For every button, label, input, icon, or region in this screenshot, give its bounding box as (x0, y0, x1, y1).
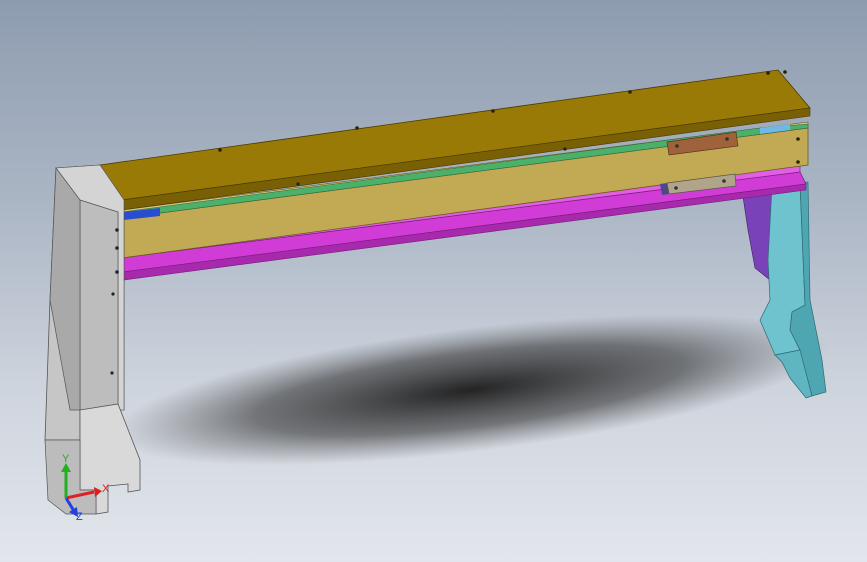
machine-frame-model[interactable]: X Y Z (0, 0, 867, 562)
purple-brace (741, 185, 773, 281)
triad-x-label: X (102, 483, 110, 495)
triad-y-label: Y (62, 453, 70, 465)
cad-viewport[interactable]: X Y Z (0, 0, 867, 562)
ground-shadow (112, 314, 828, 466)
triad-z-label: Z (76, 511, 83, 523)
